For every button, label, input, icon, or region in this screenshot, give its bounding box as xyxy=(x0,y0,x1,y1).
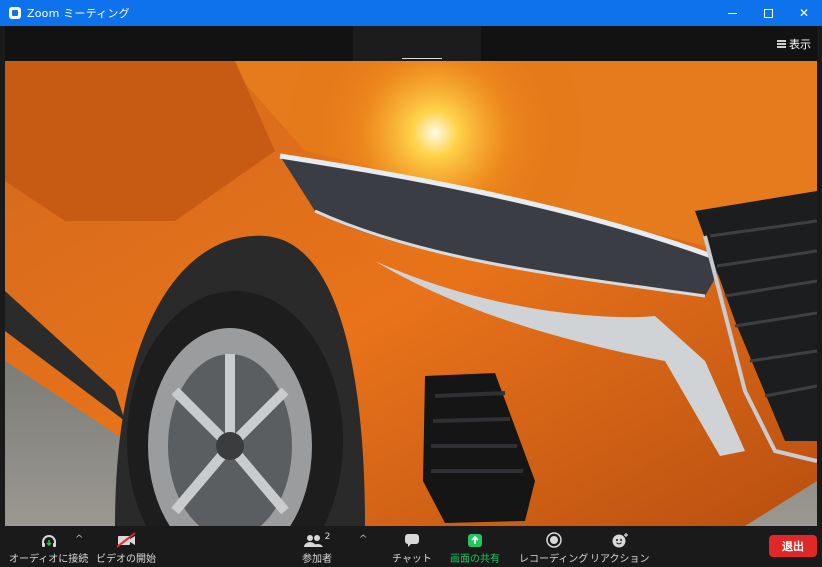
participants-label: 参加者 xyxy=(302,554,332,565)
share-screen-icon xyxy=(467,528,483,548)
record-icon xyxy=(545,528,562,548)
maximize-button[interactable] xyxy=(750,0,786,26)
caret-up-icon[interactable]: ^ xyxy=(359,534,367,545)
close-button[interactable]: ✕ xyxy=(786,0,822,26)
shared-video-area xyxy=(5,61,817,526)
view-label: 表示 xyxy=(789,38,811,51)
zoom-app-icon xyxy=(9,7,21,19)
close-icon: ✕ xyxy=(798,6,810,20)
car-video-frame xyxy=(5,61,817,526)
participants-button[interactable]: 2 参加者 xyxy=(302,528,332,565)
reactions-label: リアクション xyxy=(590,554,650,565)
meeting-top-bar: 表示 xyxy=(5,26,817,61)
meeting-toolbar: オーディオに接続 ^ ビデオの開始 2 参加者 ^ チャット 画面の共有 レコー… xyxy=(5,526,817,567)
record-label: レコーディング xyxy=(519,554,589,565)
participants-count: 2 xyxy=(324,532,331,542)
video-button[interactable]: ビデオの開始 xyxy=(96,528,156,565)
minimize-icon xyxy=(727,12,737,14)
video-label: ビデオの開始 xyxy=(96,554,156,565)
record-button[interactable]: レコーディング xyxy=(519,528,588,565)
chat-icon xyxy=(404,528,420,548)
share-screen-label: 画面の共有 xyxy=(450,554,500,565)
maximize-icon xyxy=(763,8,773,18)
grid-view-icon xyxy=(777,39,786,49)
title-bar: Zoom ミーティング ✕ xyxy=(0,0,822,26)
window-title: Zoom ミーティング xyxy=(27,7,130,20)
headphones-icon xyxy=(41,528,57,548)
audio-label: オーディオに接続 xyxy=(9,554,89,565)
window-controls: ✕ xyxy=(714,0,822,26)
caret-up-icon[interactable]: ^ xyxy=(75,534,83,545)
share-screen-button[interactable]: 画面の共有 xyxy=(450,528,500,565)
view-button[interactable]: 表示 xyxy=(777,36,811,52)
meeting-info-tab[interactable] xyxy=(353,26,481,61)
chat-button[interactable]: チャット xyxy=(392,528,432,565)
minimize-button[interactable] xyxy=(714,0,750,26)
reaction-icon xyxy=(611,528,629,548)
drag-handle[interactable] xyxy=(402,58,442,59)
video-off-icon xyxy=(115,528,137,548)
participants-icon: 2 xyxy=(303,528,331,548)
leave-meeting-button[interactable]: 退出 xyxy=(769,535,817,557)
reactions-button[interactable]: リアクション xyxy=(590,528,650,565)
chat-label: チャット xyxy=(392,554,432,565)
